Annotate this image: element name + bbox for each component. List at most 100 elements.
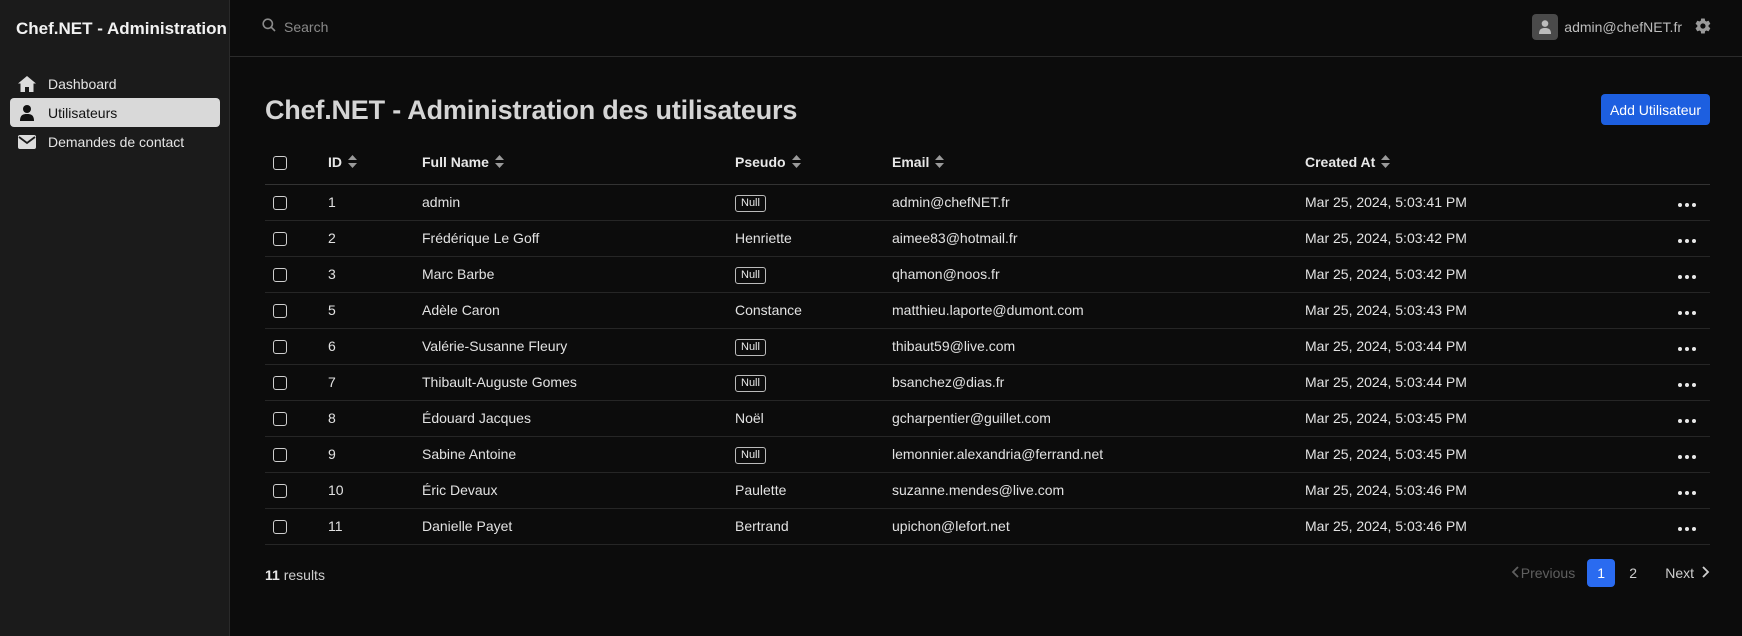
table-body: 1 admin Null admin@chefNET.fr Mar 25, 2024, … xyxy=(265,184,1710,545)
sort-icon[interactable] xyxy=(1381,154,1391,171)
previous-page-button[interactable]: Previous xyxy=(1511,565,1575,581)
results-label: results xyxy=(283,567,325,583)
table-row[interactable]: 2 Frédérique Le Goff Henriette aimee83@hotm… xyxy=(265,220,1710,257)
table-row[interactable]: 6 Valérie-Susanne Fleury Null thibaut59@liv… xyxy=(265,328,1710,365)
more-options-icon[interactable] xyxy=(1678,239,1696,243)
column-header-created-at[interactable]: Created At xyxy=(1305,141,1635,185)
cell-id: 11 xyxy=(328,518,343,534)
cell-id: 3 xyxy=(328,266,336,282)
chevron-right-icon xyxy=(1700,565,1710,581)
avatar[interactable] xyxy=(1532,14,1559,40)
row-checkbox[interactable] xyxy=(273,196,287,211)
user-icon xyxy=(16,102,38,124)
column-header-pseudo[interactable]: Pseudo xyxy=(735,141,892,185)
page-button-1[interactable]: 1 xyxy=(1587,559,1616,587)
next-page-button[interactable]: Next xyxy=(1665,565,1710,581)
row-checkbox[interactable] xyxy=(273,340,287,355)
more-options-icon[interactable] xyxy=(1678,455,1696,459)
sidebar-item-label: Utilisateurs xyxy=(48,104,118,121)
select-all-checkbox[interactable] xyxy=(273,156,287,171)
more-options-icon[interactable] xyxy=(1678,491,1696,495)
null-badge: Null xyxy=(735,266,766,284)
table-row[interactable]: 5 Adèle Caron Constance matthieu.laporte@du… xyxy=(265,292,1710,329)
row-checkbox[interactable] xyxy=(273,232,287,247)
column-header-actions xyxy=(1635,141,1710,185)
cell-email: lemonnier.alexandria@ferrand.net xyxy=(892,446,1104,462)
cell-full-name: Éric Devaux xyxy=(422,482,498,498)
cell-created-at: Mar 25, 2024, 5:03:42 PM xyxy=(1305,230,1467,246)
cell-id: 10 xyxy=(328,482,344,498)
sidebar-nav: Dashboard Utilisateurs Demandes de conta… xyxy=(10,69,220,156)
row-checkbox[interactable] xyxy=(273,520,287,535)
user-email: admin@chefNET.fr xyxy=(1564,19,1682,35)
row-checkbox[interactable] xyxy=(273,376,287,391)
user-menu[interactable]: admin@chefNET.fr xyxy=(1532,14,1712,40)
table-row[interactable]: 9 Sabine Antoine Null lemonnier.alexandria@… xyxy=(265,436,1710,473)
page-button-2[interactable]: 2 xyxy=(1619,559,1647,587)
more-options-icon[interactable] xyxy=(1678,383,1696,387)
chevron-left-icon xyxy=(1511,565,1521,581)
cell-email: bsanchez@dias.fr xyxy=(892,374,1005,390)
cell-pseudo: Noël xyxy=(735,410,764,426)
cell-id: 6 xyxy=(328,338,336,354)
column-header-id[interactable]: ID xyxy=(328,141,422,185)
sidebar-item-label: Demandes de contact xyxy=(48,133,185,150)
sidebar-item-utilisateurs[interactable]: Utilisateurs xyxy=(10,98,220,127)
results-number: 11 xyxy=(265,567,280,583)
row-checkbox[interactable] xyxy=(273,412,287,427)
cell-full-name: Marc Barbe xyxy=(422,266,495,282)
column-header-email[interactable]: Email xyxy=(892,141,1305,185)
more-options-icon[interactable] xyxy=(1678,203,1696,207)
search-icon xyxy=(262,18,276,35)
row-checkbox[interactable] xyxy=(273,484,287,499)
sort-icon[interactable] xyxy=(791,154,801,171)
more-options-icon[interactable] xyxy=(1678,311,1696,315)
cell-created-at: Mar 25, 2024, 5:03:44 PM xyxy=(1305,374,1467,390)
table-row[interactable]: 7 Thibault-Auguste Gomes Null bsanchez@dias… xyxy=(265,364,1710,401)
gear-icon[interactable] xyxy=(1694,17,1712,38)
sort-icon[interactable] xyxy=(348,154,357,171)
more-options-icon[interactable] xyxy=(1678,275,1696,279)
table-row[interactable]: 10 Éric Devaux Paulette suzanne.mendes@live… xyxy=(265,472,1710,509)
cell-id: 2 xyxy=(328,230,336,246)
pagination: Previous 1 2 Next xyxy=(1511,559,1710,587)
cell-created-at: Mar 25, 2024, 5:03:45 PM xyxy=(1305,410,1467,426)
more-options-icon[interactable] xyxy=(1678,527,1696,531)
cell-full-name: Frédérique Le Goff xyxy=(422,230,540,246)
sidebar-item-contact[interactable]: Demandes de contact xyxy=(10,127,220,156)
cell-created-at: Mar 25, 2024, 5:03:46 PM xyxy=(1305,482,1467,498)
table-row[interactable]: 1 admin Null admin@chefNET.fr Mar 25, 2024, … xyxy=(265,184,1710,221)
row-checkbox[interactable] xyxy=(273,304,287,319)
search-input[interactable] xyxy=(284,18,684,35)
sort-icon[interactable] xyxy=(935,154,945,171)
table-row[interactable]: 8 Édouard Jacques Noël gcharpentier@guillet… xyxy=(265,400,1710,437)
table-row[interactable]: 3 Marc Barbe Null qhamon@noos.fr Mar 25, 202… xyxy=(265,256,1710,293)
cell-pseudo: Constance xyxy=(735,302,802,318)
cell-pseudo: Henriette xyxy=(735,230,792,246)
sort-icon[interactable] xyxy=(494,154,504,171)
cell-full-name: Thibault-Auguste Gomes xyxy=(422,374,577,390)
table-row[interactable]: 11 Danielle Payet Bertrand upichon@lefort.n… xyxy=(265,508,1710,545)
column-header-full-name[interactable]: Full Name xyxy=(422,141,735,185)
more-options-icon[interactable] xyxy=(1678,347,1696,351)
cell-id: 1 xyxy=(328,194,336,210)
app-title: Chef.NET - Administration xyxy=(16,19,227,38)
row-checkbox[interactable] xyxy=(273,448,287,463)
cell-email: admin@chefNET.fr xyxy=(892,194,1010,210)
cell-created-at: Mar 25, 2024, 5:03:46 PM xyxy=(1305,518,1467,534)
row-checkbox[interactable] xyxy=(273,268,287,283)
cell-email: matthieu.laporte@dumont.com xyxy=(892,302,1084,318)
cell-pseudo: Bertrand xyxy=(735,518,789,534)
page-title: Chef.NET - Administration des utilisateu… xyxy=(265,95,798,125)
cell-email: upichon@lefort.net xyxy=(892,518,1010,534)
cell-email: qhamon@noos.fr xyxy=(892,266,1000,282)
mail-icon xyxy=(16,131,38,153)
cell-created-at: Mar 25, 2024, 5:03:44 PM xyxy=(1305,338,1467,354)
add-user-button[interactable]: Add Utilisateur xyxy=(1600,94,1710,125)
more-options-icon[interactable] xyxy=(1678,419,1696,423)
cell-created-at: Mar 25, 2024, 5:03:42 PM xyxy=(1305,266,1467,282)
sidebar-item-dashboard[interactable]: Dashboard xyxy=(10,69,220,98)
sidebar-item-label: Dashboard xyxy=(48,75,117,92)
null-badge: Null xyxy=(735,374,766,392)
cell-full-name: Adèle Caron xyxy=(422,302,500,318)
